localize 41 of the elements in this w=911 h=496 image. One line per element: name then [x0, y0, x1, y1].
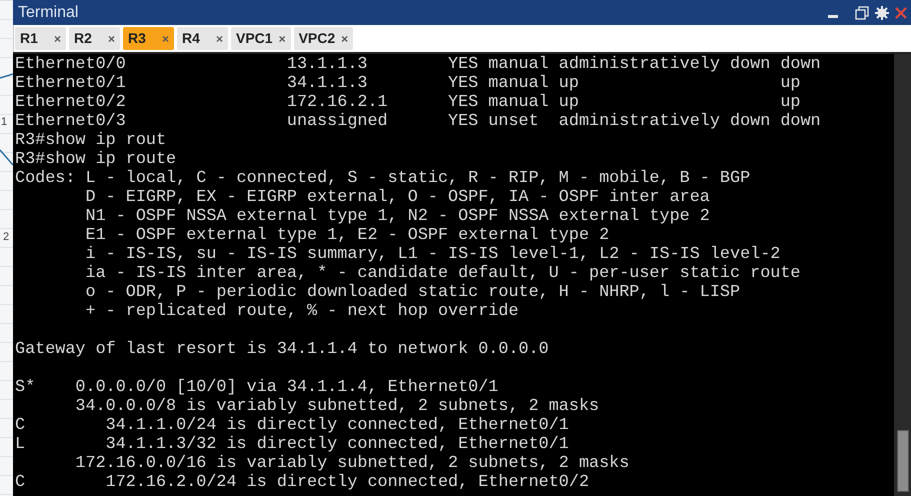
terminal-line: C 34.1.1.0/24 is directly connected, Ethernet0/1 — [15, 416, 570, 435]
window-title: Terminal — [18, 2, 80, 22]
tab-close-button[interactable]: × — [108, 30, 115, 48]
scrollbar-track[interactable] — [894, 54, 911, 496]
terminal-line: N1 - OSPF NSSA external type 1, N2 - OSPF NSSA external type 2 — [84, 207, 711, 226]
scrollbar-thumb[interactable] — [896, 430, 908, 492]
terminal-line: Ethernet0/1 34.1.1.3 YES manual up up — [15, 74, 802, 93]
tab[interactable]: R3 × — [123, 27, 174, 50]
terminal-line: o - ODR, P - periodic downloaded static route, H - NHRP, l - LISP — [84, 283, 742, 302]
tab-close-button[interactable]: × — [162, 30, 169, 48]
tab-close-button[interactable]: × — [54, 30, 61, 48]
terminal-line: R3#show ip route — [15, 150, 178, 169]
terminal-line: E1 - OSPF external type 1, E2 - OSPF external type 2 — [84, 226, 610, 245]
terminal-line: Codes: L - local, C - connected, S - static, R - RIP, M - mobile, B - BGP — [15, 169, 752, 188]
terminal-line: Ethernet0/3 unassigned YES unset administratively down down — [15, 112, 822, 131]
terminal-line: S* 0.0.0.0/0 [10/0] via 34.1.1.4, Ethernet0/1 — [15, 378, 500, 397]
terminal-line: Gateway of last resort is 34.1.1.4 to network 0.0.0.0 — [15, 340, 550, 359]
tab[interactable]: VPC2 × — [294, 27, 354, 50]
terminal-line: + - replicated route, % - next hop override — [84, 302, 520, 321]
tab[interactable]: VPC1 × — [231, 27, 291, 50]
terminal-line: ia - IS-IS inter area, * - candidate default, U - per-user static route — [84, 264, 802, 283]
tab-close-button[interactable]: × — [216, 30, 223, 48]
terminal-line: R3#show ip rout — [15, 131, 168, 150]
terminal-line: D - EIGRP, EX - EIGRP external, O - OSPF, IA - OSPF inter area — [84, 188, 711, 207]
restore-icon[interactable] — [855, 6, 869, 20]
close-icon[interactable] — [895, 6, 907, 18]
terminal-line: L 34.1.1.3/32 is directly connected, Ethernet0/1 — [15, 435, 570, 454]
tab[interactable]: R2 × — [69, 27, 120, 50]
terminal-line: C 172.16.2.0/24 is directly connected, Ethernet0/2 — [15, 473, 590, 492]
tab[interactable]: R4 × — [177, 27, 228, 50]
terminal-line: 172.16.0.0/16 is variably subnetted, 2 subnets, 2 masks — [74, 454, 630, 473]
canvas-label: 1 — [1, 115, 8, 130]
terminal-line: Ethernet0/0 13.1.1.3 YES manual administratively down down — [15, 55, 822, 74]
terminal-line: i - IS-IS, su - IS-IS summary, L1 - IS-IS level-1, L2 - IS-IS level-2 — [84, 245, 782, 264]
terminal-line: Ethernet0/2 172.16.2.1 YES manual up up — [15, 93, 802, 112]
canvas-label: 2 — [3, 230, 10, 245]
tab[interactable]: R1 × — [15, 27, 66, 50]
tab-close-button[interactable]: × — [341, 30, 348, 48]
terminal-line: 34.0.0.0/8 is variably subnetted, 2 subnets, 2 masks — [74, 397, 600, 416]
tab-close-button[interactable]: × — [278, 30, 286, 48]
settings-icon[interactable] — [875, 6, 889, 20]
